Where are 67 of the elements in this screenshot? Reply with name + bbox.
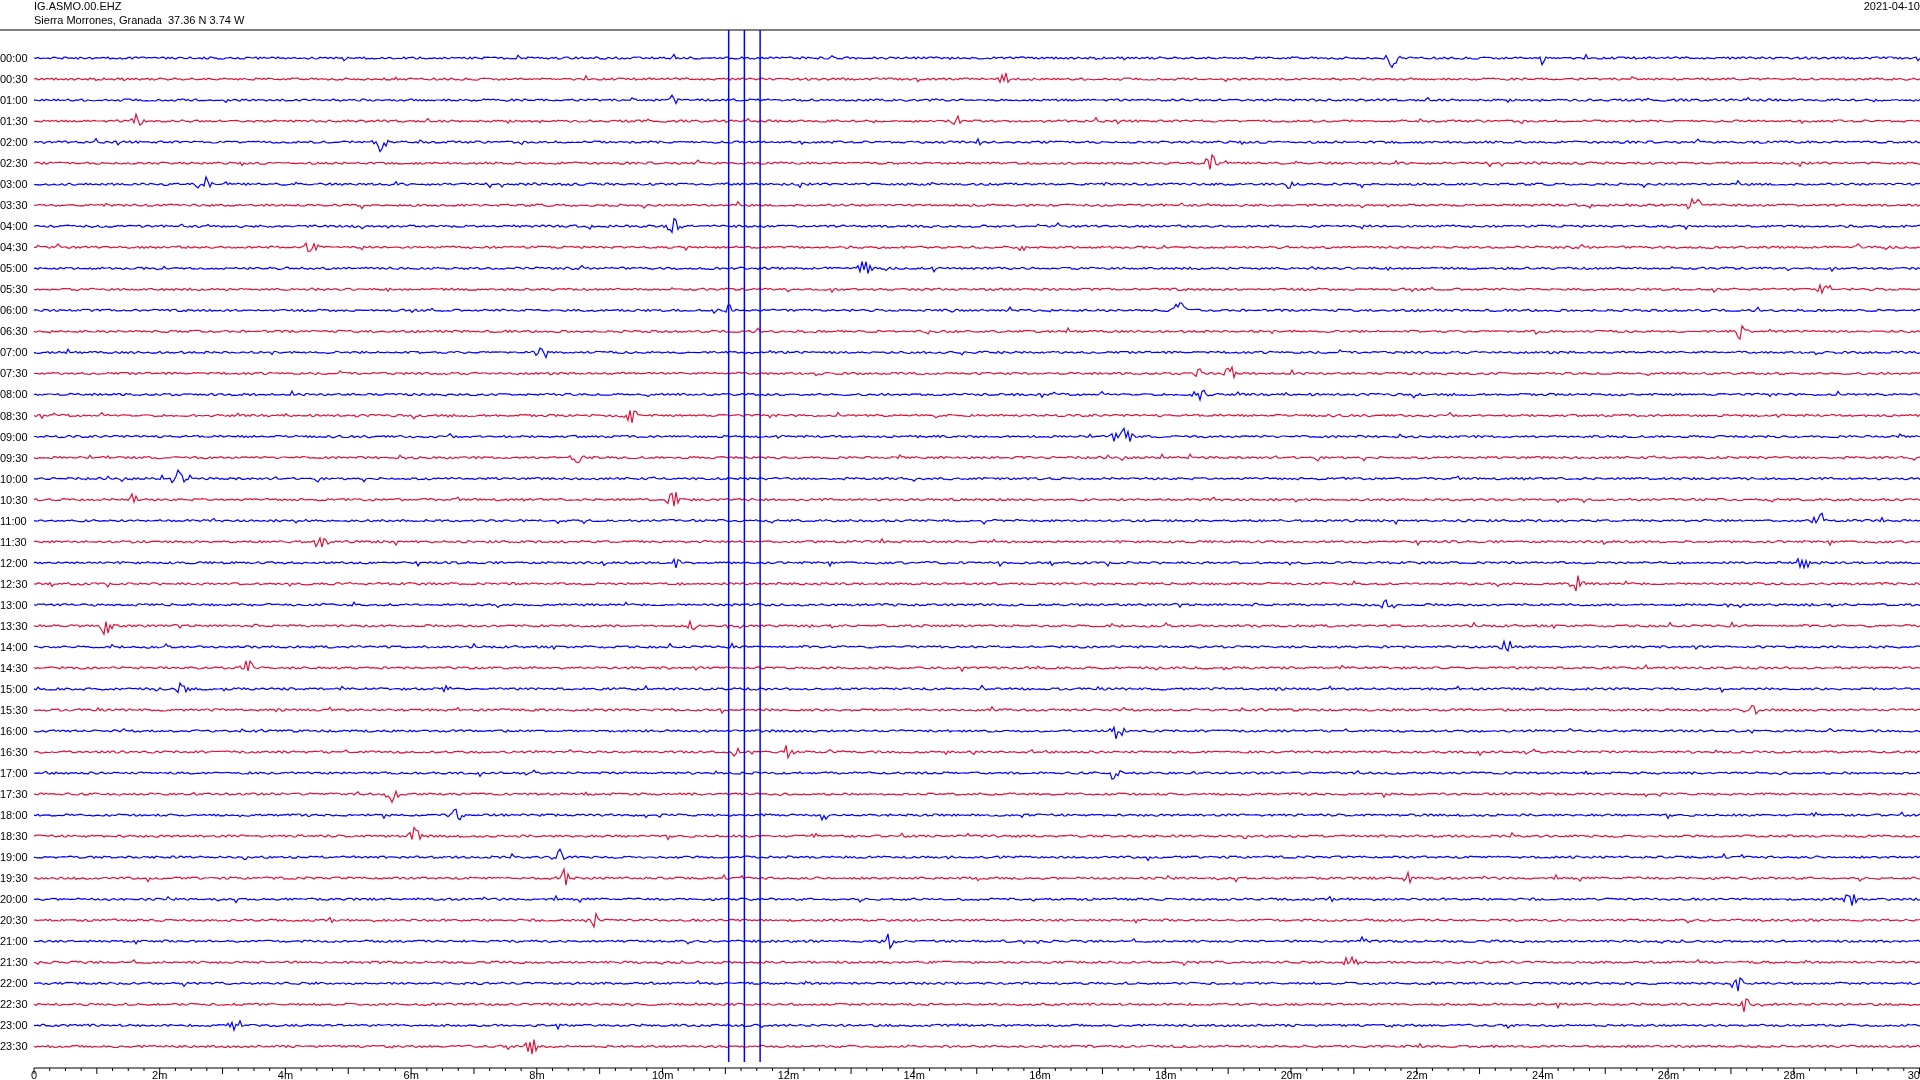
time-label: 07:30 [0, 367, 28, 380]
time-label: 03:30 [0, 199, 28, 212]
time-label: 23:00 [0, 1019, 28, 1032]
axis-tick-label: 18m [1154, 1069, 1177, 1080]
time-label: 12:30 [0, 577, 28, 590]
time-label: 15:30 [0, 703, 28, 716]
time-label: 11:00 [0, 514, 27, 527]
time-label: 01:00 [0, 94, 28, 107]
time-label: 02:00 [0, 136, 28, 149]
station-location: Sierra Morrones, Granada 37.36 N 3.74 W [34, 14, 245, 26]
time-label: 18:30 [0, 830, 28, 843]
time-label: 21:30 [0, 956, 28, 969]
time-label: 09:30 [0, 451, 28, 464]
axis-tick-label: 30 [1907, 1069, 1920, 1080]
time-label: 05:00 [0, 262, 28, 275]
time-label: 22:00 [0, 977, 28, 990]
time-label: 19:00 [0, 851, 28, 864]
axis-tick-label: 22m [1406, 1069, 1428, 1080]
time-label: 13:00 [0, 598, 28, 611]
time-label: 20:00 [0, 893, 28, 906]
time-label: 17:00 [0, 767, 28, 779]
time-label: 19:30 [0, 872, 28, 885]
axis-tick-label: 24m [1532, 1069, 1554, 1080]
time-label: 04:00 [0, 220, 28, 233]
time-label: 12:00 [0, 556, 28, 569]
axis-tick-label: 0 [31, 1069, 38, 1080]
time-label: 00:30 [0, 73, 28, 86]
time-label: 17:30 [0, 788, 28, 801]
time-label: 10:30 [0, 493, 28, 506]
axis-tick-label: 28m [1783, 1069, 1805, 1080]
time-label: 21:00 [0, 935, 28, 948]
axis-tick-label: 6m [403, 1069, 419, 1080]
axis-tick-label: 16m [1029, 1069, 1051, 1080]
time-label: 06:00 [0, 304, 28, 317]
time-label: 11:30 [0, 535, 27, 548]
time-label: 00:00 [0, 52, 28, 64]
time-label: 16:30 [0, 746, 28, 758]
station-code: IG.ASMO.00.EHZ [34, 0, 122, 12]
time-label: 07:00 [0, 346, 28, 359]
axis-tick-label: 10m [651, 1069, 674, 1080]
time-label: 15:00 [0, 682, 28, 695]
axis-tick-label: 2m [152, 1069, 168, 1080]
time-label: 05:30 [0, 283, 28, 296]
time-label: 08:30 [0, 409, 28, 422]
time-label: 16:00 [0, 724, 28, 737]
time-label: 08:00 [0, 388, 28, 401]
time-label: 10:00 [0, 472, 28, 485]
time-label: 20:30 [0, 914, 28, 927]
time-label: 14:00 [0, 640, 28, 653]
time-label: 01:30 [0, 115, 28, 128]
time-label: 18:00 [0, 809, 28, 822]
time-label: 14:30 [0, 661, 28, 674]
axis-tick-label: 12m [777, 1069, 800, 1080]
time-label: 09:00 [0, 430, 28, 443]
axis-tick-label: 8m [529, 1069, 545, 1080]
axis-tick-label: 26m [1657, 1069, 1680, 1080]
time-label: 13:30 [0, 619, 28, 632]
time-label: 06:30 [0, 325, 28, 338]
plot-date: 2021-04-10 [1863, 0, 1920, 12]
time-label: 04:30 [0, 241, 28, 254]
time-label: 02:30 [0, 157, 28, 170]
axis-tick-label: 14m [903, 1069, 925, 1080]
time-label: 23:30 [0, 1040, 28, 1053]
time-label: 22:30 [0, 998, 28, 1011]
time-label: 03:00 [0, 178, 28, 191]
axis-tick-label: 20m [1280, 1069, 1303, 1080]
axis-tick-label: 4m [277, 1069, 294, 1080]
